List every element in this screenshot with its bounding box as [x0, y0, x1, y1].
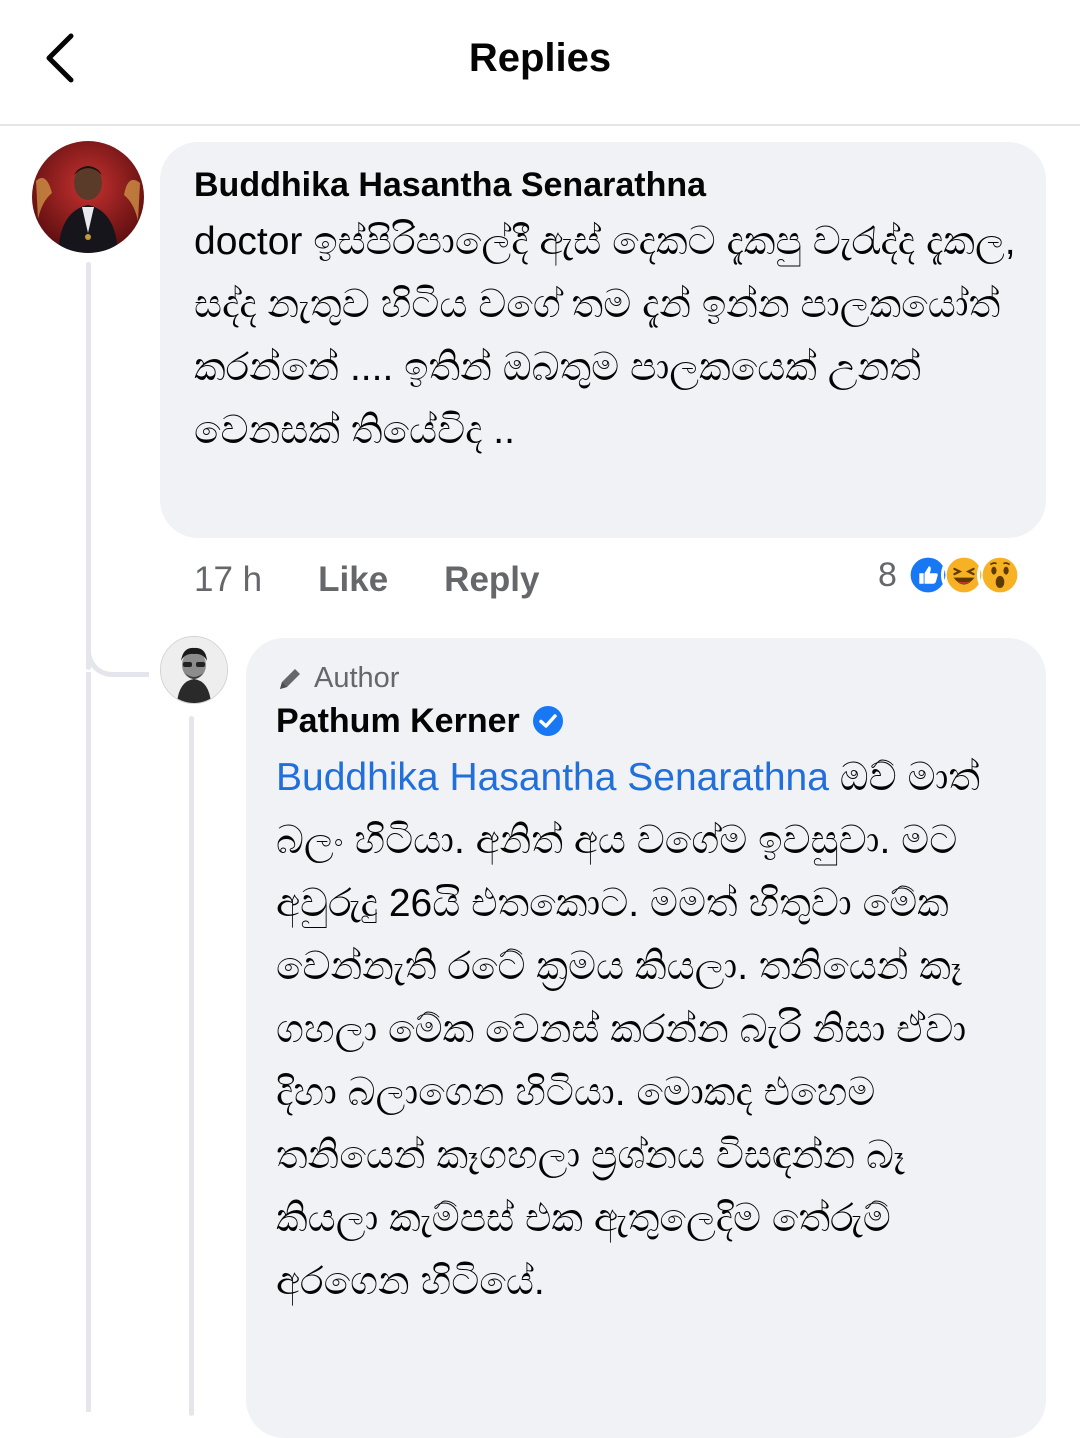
- reaction-summary[interactable]: 8: [878, 551, 1023, 599]
- author-badge-label: Author: [314, 662, 400, 694]
- reaction-count: 8: [878, 555, 897, 594]
- reply-bubble[interactable]: Author Pathum Kerner Buddhika Hasantha S…: [246, 638, 1046, 1438]
- like-button[interactable]: Like: [318, 560, 388, 600]
- reply-thread-line: [189, 716, 194, 1416]
- thread-line: [86, 672, 91, 1412]
- pencil-icon: [280, 668, 300, 689]
- commenter-avatar[interactable]: [32, 141, 144, 253]
- top-bar: Replies: [0, 0, 1080, 126]
- thread-line: [86, 262, 91, 670]
- page-title: Replies: [468, 36, 612, 80]
- mention-link[interactable]: Buddhika Hasantha Senarathna: [276, 756, 829, 799]
- comment-actions: 17 h Like Reply: [194, 556, 595, 604]
- verified-badge-icon: [532, 706, 563, 736]
- author-badge: Author: [276, 662, 399, 695]
- thread-connector: [86, 620, 149, 677]
- reply-body: ඔව් මාත් බලං හිටියා. අනිත් අය වගේම ඉවසුව…: [276, 756, 981, 1303]
- reply-author-name[interactable]: Pathum Kerner: [276, 700, 520, 742]
- comment-author-name[interactable]: Buddhika Hasantha Senarathna: [194, 164, 706, 206]
- reply-button[interactable]: Reply: [444, 560, 539, 600]
- wow-reaction-icon: [976, 552, 1023, 598]
- comment-text: doctor ඉස්පිරිපාලේදී ඇස් දෙකට දැකපු වැරැ…: [194, 220, 1016, 452]
- reply-author-row: Pathum Kerner: [276, 700, 564, 742]
- reply-text: Buddhika Hasantha Senarathna ඔව් මාත් බල…: [276, 746, 1016, 1313]
- comment-timestamp[interactable]: 17 h: [194, 560, 262, 600]
- comment-bubble[interactable]: Buddhika Hasantha Senarathna doctor ඉස්ප…: [160, 142, 1046, 538]
- replier-avatar[interactable]: [160, 636, 228, 704]
